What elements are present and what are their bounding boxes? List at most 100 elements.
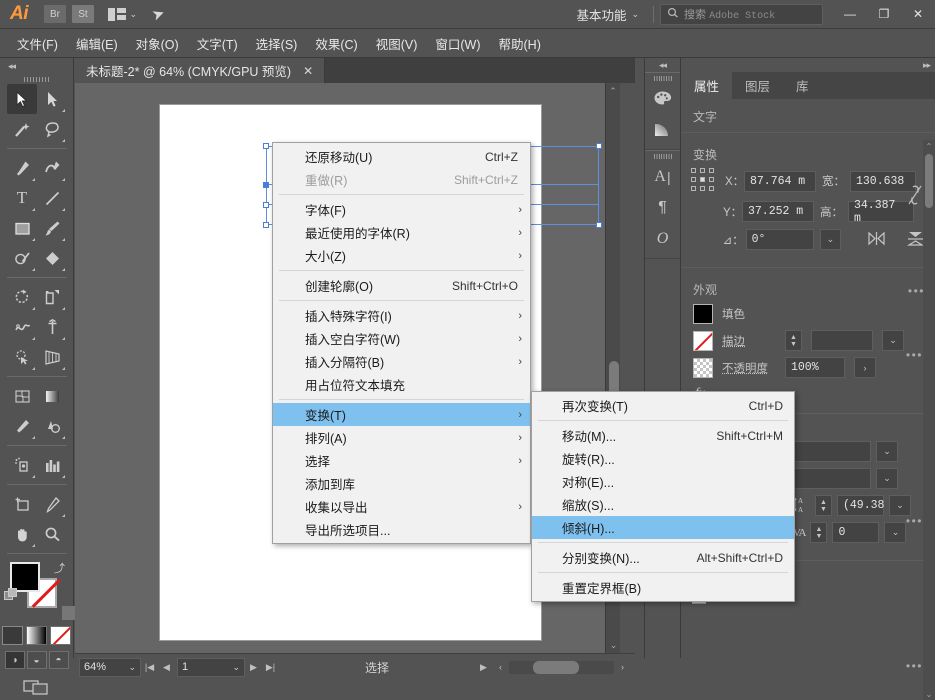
menu-edit[interactable]: 编辑(E): [67, 30, 127, 57]
leading-input[interactable]: (49.38: [837, 495, 884, 516]
context-menu-item-add-to-library[interactable]: 添加到库: [273, 472, 530, 495]
character-more-options[interactable]: •••: [906, 514, 923, 528]
toolbar-collapse-button[interactable]: ◂◂: [0, 58, 73, 74]
context-menu-item-size[interactable]: 大小(Z) ›: [273, 244, 530, 267]
flip-horizontal-icon[interactable]: [867, 230, 886, 250]
menu-help[interactable]: 帮助(H): [490, 30, 550, 57]
submenu-item-reset-bounding-box[interactable]: 重置定界框(B): [532, 576, 794, 599]
scale-tool[interactable]: [37, 282, 67, 312]
selection-handle[interactable]: [596, 143, 602, 149]
bridge-icon[interactable]: Br: [44, 5, 66, 23]
unlink-icon[interactable]: [907, 184, 923, 210]
submenu-item-transform-again[interactable]: 再次变换(T) Ctrl+D: [532, 394, 794, 417]
curvature-tool[interactable]: [37, 153, 67, 183]
leading-stepper[interactable]: ▲ ▼: [815, 495, 832, 516]
opacity-options-icon[interactable]: ›: [854, 357, 876, 378]
stock-search-input[interactable]: 搜索 Adobe Stock: [660, 3, 823, 25]
mesh-tool[interactable]: [7, 381, 37, 411]
paintbrush-tool[interactable]: [37, 213, 67, 243]
leading-dropdown-icon[interactable]: ⌄: [889, 495, 911, 516]
menu-object[interactable]: 对象(O): [127, 30, 188, 57]
pen-tool[interactable]: [7, 153, 37, 183]
opacity-input[interactable]: 100%: [785, 357, 845, 378]
context-menu-item-arrange[interactable]: 排列(A) ›: [273, 426, 530, 449]
context-menu-item-export-selection[interactable]: 导出所选项目...: [273, 518, 530, 541]
eyedropper-tool[interactable]: [7, 411, 37, 441]
submenu-item-shear[interactable]: 倾斜(H)...: [532, 516, 794, 539]
swatches-icon[interactable]: [645, 83, 680, 114]
draw-behind-button[interactable]: ◒: [26, 651, 47, 669]
stock-icon[interactable]: St: [72, 5, 94, 23]
prev-artboard-button[interactable]: ◀: [158, 658, 175, 677]
context-menu-item-select[interactable]: 选择 ›: [273, 449, 530, 472]
shape-builder-tool[interactable]: [7, 342, 37, 372]
selection-tool[interactable]: [7, 84, 37, 114]
submenu-item-reflect[interactable]: 对称(E)...: [532, 470, 794, 493]
zoom-tool[interactable]: [37, 519, 67, 549]
scroll-up-icon[interactable]: ⌃: [923, 140, 935, 152]
canvas-horizontal-scrollbar[interactable]: [509, 660, 614, 674]
first-artboard-button[interactable]: |◀: [141, 658, 158, 677]
rail-grip[interactable]: [645, 151, 680, 161]
paragraph-icon[interactable]: ¶: [645, 192, 680, 223]
appearance-more-options[interactable]: •••: [906, 348, 923, 362]
color-button[interactable]: [2, 626, 23, 645]
selection-handle[interactable]: [596, 222, 602, 228]
angle-input[interactable]: 0°: [745, 229, 814, 250]
opacity-swatch[interactable]: [693, 357, 713, 378]
context-menu-item-undo[interactable]: 还原移动(U) Ctrl+Z: [273, 145, 530, 168]
submenu-item-transform-each[interactable]: 分别变换(N)... Alt+Shift+Ctrl+D: [532, 546, 794, 569]
x-input[interactable]: 87.764 m: [744, 170, 816, 192]
gradient-icon[interactable]: [645, 114, 680, 145]
menu-effect[interactable]: 效果(C): [306, 30, 366, 57]
rocket-icon[interactable]: ➤: [149, 3, 168, 24]
slice-tool[interactable]: [37, 489, 67, 519]
tab-libraries[interactable]: 库: [783, 72, 822, 99]
stroke-weight-input[interactable]: [811, 330, 873, 351]
selection-handle[interactable]: [263, 143, 269, 149]
status-menu-icon[interactable]: ▶: [475, 658, 492, 677]
reference-point-selector[interactable]: [691, 168, 717, 194]
scroll-up-icon[interactable]: ⌃: [606, 83, 620, 99]
screen-mode-button[interactable]: [0, 677, 73, 697]
document-tab[interactable]: 未标题-2* @ 64% (CMYK/GPU 预览) ✕: [75, 58, 326, 83]
menu-window[interactable]: 窗口(W): [426, 30, 489, 57]
context-menu-item-create-outlines[interactable]: 创建轮廓(O) Shift+Ctrl+O: [273, 274, 530, 297]
default-fill-stroke-icon[interactable]: [4, 588, 18, 602]
context-menu-item-font[interactable]: 字体(F) ›: [273, 198, 530, 221]
tracking-input[interactable]: 0: [832, 522, 880, 543]
context-menu-item-collect-for-export[interactable]: 收集以导出 ›: [273, 495, 530, 518]
column-graph-tool[interactable]: [37, 450, 67, 480]
none-button[interactable]: [50, 626, 71, 645]
swap-fill-stroke-icon[interactable]: ⤴: [54, 560, 65, 576]
toolbar-grip[interactable]: [0, 74, 73, 84]
fill-color-swatch[interactable]: [693, 304, 713, 324]
submenu-item-scale[interactable]: 缩放(S)...: [532, 493, 794, 516]
next-artboard-button[interactable]: ▶: [245, 658, 262, 677]
selection-handle[interactable]: [263, 222, 269, 228]
menu-select[interactable]: 选择(S): [247, 30, 307, 57]
lasso-tool[interactable]: [37, 114, 67, 144]
submenu-item-move[interactable]: 移动(M)... Shift+Ctrl+M: [532, 424, 794, 447]
symbol-sprayer-tool[interactable]: [7, 450, 37, 480]
stroke-weight-stepper[interactable]: ▲ ▼: [785, 330, 802, 351]
perspective-grid-tool[interactable]: [37, 342, 67, 372]
context-menu-item-insert-special-character[interactable]: 插入特殊字符(I) ›: [273, 304, 530, 327]
submenu-item-rotate[interactable]: 旋转(R)...: [532, 447, 794, 470]
y-input[interactable]: 37.252 m: [742, 201, 814, 222]
draw-inside-button[interactable]: ◓: [48, 651, 69, 669]
font-size-dropdown-icon[interactable]: ⌄: [876, 468, 898, 489]
font-style-dropdown-icon[interactable]: ⌄: [876, 441, 898, 462]
artboard-tool[interactable]: [7, 489, 37, 519]
scroll-left-icon[interactable]: ‹: [492, 658, 509, 677]
minimize-button[interactable]: —: [833, 0, 867, 28]
gradient-button[interactable]: [26, 626, 47, 645]
scrollbar-thumb[interactable]: [925, 154, 933, 208]
panel-vertical-scrollbar[interactable]: ⌃ ⌄: [923, 140, 935, 700]
angle-dropdown-icon[interactable]: ⌄: [819, 229, 842, 250]
menu-view[interactable]: 视图(V): [367, 30, 427, 57]
tracking-dropdown-icon[interactable]: ⌄: [884, 522, 907, 543]
draw-normal-button[interactable]: ◑: [4, 651, 25, 669]
last-artboard-button[interactable]: ▶|: [262, 658, 279, 677]
context-menu-item-fill-with-placeholder-text[interactable]: 用占位符文本填充: [273, 373, 530, 396]
